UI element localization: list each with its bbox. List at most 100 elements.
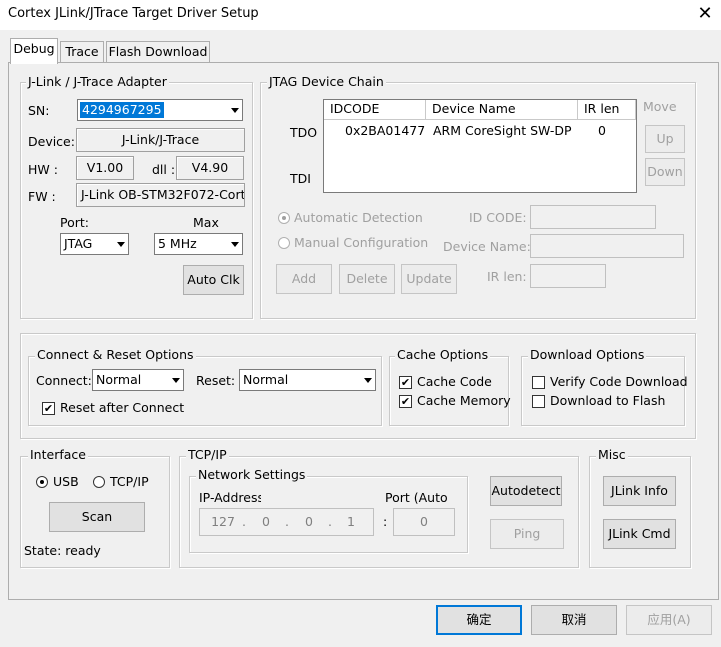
- id-code-input[interactable]: [530, 205, 656, 229]
- reset-label: Reset:: [196, 373, 236, 388]
- ip-octet: 1: [347, 514, 355, 529]
- close-icon[interactable]: ✕: [692, 2, 718, 26]
- move-down-button[interactable]: Down: [645, 158, 685, 186]
- cache-code-label: Cache Code: [417, 374, 492, 389]
- ping-button[interactable]: Ping: [490, 519, 564, 549]
- verify-code-download-checkbox[interactable]: [532, 376, 545, 389]
- connect-value: Normal: [96, 372, 142, 387]
- tcpip-radio[interactable]: [93, 476, 105, 488]
- port-value: JTAG: [64, 236, 93, 251]
- row-device-name: ARM CoreSight SW-DP: [433, 123, 572, 138]
- state-label: State: ready: [24, 543, 101, 558]
- usb-radio[interactable]: [36, 476, 48, 488]
- hw-label: HW :: [28, 162, 58, 177]
- jtag-group-title: JTAG Device Chain: [267, 74, 386, 89]
- autodetect-button[interactable]: Autodetect: [490, 476, 562, 506]
- verify-code-download-label: Verify Code Download: [550, 374, 688, 389]
- table-row[interactable]: 0x2BA01477 ARM CoreSight SW-DP 0: [324, 122, 636, 140]
- delete-button[interactable]: Delete: [339, 264, 395, 294]
- apply-button[interactable]: 应用(A): [626, 605, 712, 635]
- port-select[interactable]: JTAG: [60, 233, 129, 255]
- cancel-button[interactable]: 取消: [531, 605, 617, 635]
- manual-config-label: Manual Configuration: [294, 235, 429, 250]
- interface-title: Interface: [28, 447, 88, 462]
- max-clock-select[interactable]: 5 MHz: [154, 233, 243, 255]
- reset-after-connect-checkbox[interactable]: ✔: [42, 402, 55, 415]
- device-label: Device:: [28, 134, 75, 149]
- id-code-label: ID CODE:: [469, 210, 527, 225]
- cache-memory-checkbox[interactable]: ✔: [399, 395, 412, 408]
- column-header-idcode[interactable]: IDCODE: [324, 100, 426, 120]
- reset-select[interactable]: Normal: [239, 369, 376, 391]
- connect-reset-title: Connect & Reset Options: [35, 347, 196, 362]
- ip-dot: .: [285, 514, 289, 529]
- ip-octet: 0: [305, 514, 313, 529]
- fw-field: J-Link OB-STM32F072-Corte: [76, 183, 245, 207]
- chevron-down-icon: [117, 242, 125, 247]
- tdi-label: TDI: [290, 171, 311, 186]
- fw-label: FW :: [28, 189, 56, 204]
- window-title: Cortex JLink/JTrace Target Driver Setup: [8, 6, 259, 21]
- device-name-input[interactable]: [530, 234, 684, 258]
- dll-label: dll :: [152, 162, 176, 177]
- auto-clk-button[interactable]: Auto Clk: [183, 265, 244, 295]
- device-field: J-Link/J-Trace: [76, 128, 245, 152]
- cache-options-group: [389, 356, 509, 426]
- column-header-ir-len[interactable]: IR len: [578, 100, 636, 120]
- ip-dot: .: [328, 514, 332, 529]
- adapter-group-title: J-Link / J-Trace Adapter: [26, 74, 169, 89]
- jtag-device-list[interactable]: IDCODE Device Name IR len 0x2BA01477 ARM…: [323, 99, 637, 193]
- dll-field: V4.90: [176, 156, 244, 180]
- ir-len-input[interactable]: [530, 264, 606, 288]
- hw-field: V1.00: [76, 156, 134, 180]
- cache-code-checkbox[interactable]: ✔: [399, 376, 412, 389]
- tab-trace[interactable]: Trace: [60, 41, 104, 63]
- tab-debug[interactable]: Debug: [10, 38, 58, 64]
- download-to-flash-checkbox[interactable]: [532, 395, 545, 408]
- port-input[interactable]: 0: [393, 508, 455, 536]
- ok-button[interactable]: 确定: [436, 605, 522, 635]
- ip-address-input[interactable]: 127 . 0 . 0 . 1: [199, 508, 374, 536]
- sn-select[interactable]: 4294967295: [77, 99, 243, 121]
- manual-config-radio[interactable]: [278, 237, 290, 249]
- move-up-button[interactable]: Up: [645, 125, 685, 153]
- auto-detection-radio[interactable]: [278, 212, 290, 224]
- tdo-label: TDO: [290, 125, 318, 140]
- download-to-flash-label: Download to Flash: [550, 393, 666, 408]
- port-auto-label: Port (Auto:: [385, 490, 449, 505]
- connect-label: Connect:: [36, 373, 92, 388]
- move-label: Move: [643, 99, 677, 114]
- reset-value: Normal: [243, 372, 289, 387]
- max-clock-value: 5 MHz: [158, 236, 197, 251]
- ip-address-label: IP-Address: [199, 490, 261, 505]
- cache-memory-label: Cache Memory: [417, 393, 511, 408]
- column-header-device-name[interactable]: Device Name: [426, 100, 578, 120]
- scan-button[interactable]: Scan: [49, 502, 145, 532]
- ir-len-label: IR len:: [487, 269, 527, 284]
- max-label: Max: [193, 215, 219, 230]
- ip-dot: .: [242, 514, 246, 529]
- cache-options-title: Cache Options: [395, 347, 491, 362]
- jlink-cmd-button[interactable]: JLink Cmd: [603, 519, 676, 549]
- auto-detection-label: Automatic Detection: [294, 210, 423, 225]
- add-button[interactable]: Add: [276, 264, 332, 294]
- chevron-down-icon: [231, 242, 239, 247]
- port-label: Port:: [60, 215, 89, 230]
- tcpip-label: TCP/IP: [110, 474, 149, 489]
- ip-octet: 127: [211, 514, 235, 529]
- misc-title: Misc: [596, 447, 628, 462]
- connect-select[interactable]: Normal: [92, 369, 184, 391]
- update-button[interactable]: Update: [401, 264, 457, 294]
- jlink-info-button[interactable]: JLink Info: [603, 476, 676, 506]
- device-name-label: Device Name:: [443, 239, 531, 254]
- tcpip-title: TCP/IP: [186, 447, 229, 462]
- reset-after-connect-label: Reset after Connect: [60, 400, 185, 415]
- row-idcode: 0x2BA01477: [345, 123, 426, 138]
- tab-flash-download[interactable]: Flash Download: [106, 41, 210, 63]
- network-settings-title: Network Settings: [196, 467, 308, 482]
- ip-octet: 0: [262, 514, 270, 529]
- sn-value: 4294967295: [80, 102, 164, 118]
- chevron-down-icon: [364, 378, 372, 383]
- port-colon: :: [383, 514, 388, 529]
- download-options-group: [521, 356, 685, 426]
